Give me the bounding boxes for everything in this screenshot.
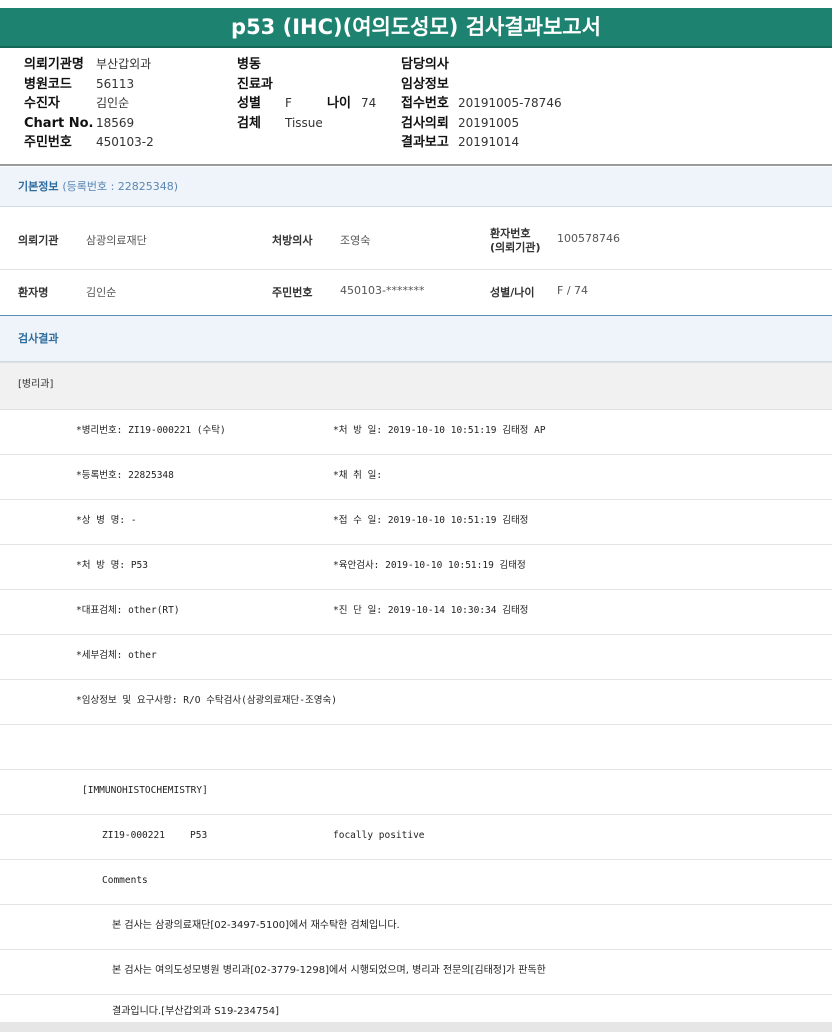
requester-value: 삼광의료재단 xyxy=(86,234,147,247)
header-field: Chart No. 18569 xyxy=(24,115,135,131)
comment-2: 본 검사는 여의도성모병원 병리과[02-3779-1298]에서 시행되었으며… xyxy=(112,965,546,976)
basic-info-header: 기본정보 (등록번호 : 22825348) xyxy=(0,167,832,207)
sex-age-value: F / 74 xyxy=(557,284,589,297)
result-line: Comments xyxy=(0,859,832,905)
header-field: 병원코드 56113 xyxy=(24,76,135,92)
ihc-id: ZI19-000221 xyxy=(102,830,165,841)
basic-info-title: 기본정보 xyxy=(18,180,59,193)
diagnosis-date: *진 단 일: 2019-10-14 10:30:34 김태정 xyxy=(333,605,529,616)
report-title: p53 (IHC)(여의도성모) 검사결과보고서 xyxy=(0,8,832,48)
header-field: 임상정보 xyxy=(401,76,449,92)
diagnosis-name: *상 병 명: - xyxy=(76,515,137,526)
receipt-date: *접 수 일: 2019-10-10 10:51:19 김태정 xyxy=(333,515,529,526)
patient-name-value: 김인순 xyxy=(86,286,117,299)
header-field: 담당의사 xyxy=(401,57,449,72)
ihc-result-row: ZI19-000221 P53 focally positive xyxy=(0,814,832,860)
header-col-1: 의뢰기관명 부산갑외과 병원코드 56113 수진자 김인순 Chart No. 185… xyxy=(24,55,154,153)
result-line: *병리번호: ZI19-000221 (수탁) *처 방 일: 2019-10-… xyxy=(0,409,832,455)
department-row: [병리과] xyxy=(0,362,832,410)
resident-number-value: 450103-******* xyxy=(340,284,425,297)
sex-age-label: 성별/나이 xyxy=(490,286,535,299)
gross-exam-date: *육안검사: 2019-10-10 10:51:19 김태정 xyxy=(333,560,526,571)
detail-specimen: *세부검체: other xyxy=(76,650,157,661)
header-field: 수진자 김인순 xyxy=(24,96,130,111)
report-page: p53 (IHC)(여의도성모) 검사결과보고서 의뢰기관명 부산갑외과 병원코드… xyxy=(0,0,832,1032)
patient-number-sublabel: (의뢰기관) xyxy=(490,241,541,254)
header-field: 검체 Tissue xyxy=(237,115,323,131)
header-field: 진료과 xyxy=(237,76,273,92)
patient-name-label: 환자명 xyxy=(18,286,49,299)
ihc-value: focally positive xyxy=(333,830,425,841)
registration-no: *등록번호: 22825348 xyxy=(76,470,174,481)
result-line: *등록번호: 22825348 *채 취 일: xyxy=(0,454,832,500)
comments-label: Comments xyxy=(102,875,148,886)
clinical-info: *임상정보 및 요구사항: R/O 수탁검사(삼광의료재단-조영숙) xyxy=(76,695,337,706)
result-line: [IMMUNOHISTOCHEMISTRY] xyxy=(0,769,832,815)
pathology-number: *병리번호: ZI19-000221 (수탁) xyxy=(76,425,226,436)
result-title: 검사결과 xyxy=(18,332,59,345)
header-field: 성별 F 나이 74 xyxy=(237,96,377,111)
result-line: *세부검체: other xyxy=(0,634,832,680)
result-line: *임상정보 및 요구사항: R/O 수탁검사(삼광의료재단-조영숙) xyxy=(0,679,832,725)
header-divider xyxy=(0,164,832,166)
prescriber-value: 조영숙 xyxy=(340,234,371,247)
resident-number-label: 주민번호 xyxy=(272,286,313,299)
registration-number: (등록번호 : 22825348) xyxy=(62,180,179,193)
header-field: 의뢰기관명 부산갑외과 xyxy=(24,57,152,72)
patient-number-value: 100578746 xyxy=(557,232,620,245)
prescriber-label: 처방의사 xyxy=(272,234,313,247)
header-field: 병동 xyxy=(237,57,261,72)
ihc-marker: P53 xyxy=(190,830,208,841)
blank-line xyxy=(0,724,832,770)
header-col-3: 담당의사 임상정보 접수번호 20191005-78746 검사의뢰 2019100… xyxy=(401,55,562,153)
requester-label: 의뢰기관 xyxy=(18,234,59,247)
comment-1: 본 검사는 삼광의료재단[02-3497-5100]에서 재수탁한 검체입니다. xyxy=(112,920,400,931)
header-info: 의뢰기관명 부산갑외과 병원코드 56113 수진자 김인순 Chart No. 185… xyxy=(0,52,832,164)
result-line: *대표검체: other(RT) *진 단 일: 2019-10-14 10:3… xyxy=(0,589,832,635)
result-line: *처 방 명: P53 *육안검사: 2019-10-10 10:51:19 김… xyxy=(0,544,832,590)
header-field: 결과보고 20191014 xyxy=(401,135,520,150)
basic-info-row-2: 환자명 김인순 주민번호 450103-******* 성별/나이 F / 74 xyxy=(0,270,832,316)
scroll-area-bottom xyxy=(0,1022,832,1032)
comment-line: 본 검사는 삼광의료재단[02-3497-5100]에서 재수탁한 검체입니다. xyxy=(0,904,832,950)
comment-line: 본 검사는 여의도성모병원 병리과[02-3779-1298]에서 시행되었으며… xyxy=(0,949,832,995)
basic-info-row-1: 의뢰기관 삼광의료재단 처방의사 조영숙 환자번호 (의뢰기관) 1005787… xyxy=(0,208,832,270)
result-line: *상 병 명: - *접 수 일: 2019-10-10 10:51:19 김태… xyxy=(0,499,832,545)
main-specimen: *대표검체: other(RT) xyxy=(76,605,180,616)
result-header: 검사결과 xyxy=(0,316,832,362)
header-field: 접수번호 20191005-78746 xyxy=(401,96,562,111)
collection-date: *채 취 일: xyxy=(333,470,383,481)
ihc-header: [IMMUNOHISTOCHEMISTRY] xyxy=(82,785,208,796)
header-col-2: 병동 진료과 성별 F 나이 74 검체 Tissue xyxy=(237,55,376,133)
order-name: *처 방 명: P53 xyxy=(76,560,148,571)
header-field: 검사의뢰 20191005 xyxy=(401,115,520,131)
header-field: 주민번호 450103-2 xyxy=(24,135,154,150)
department-label: [병리과] xyxy=(18,379,54,390)
prescription-date: *처 방 일: 2019-10-10 10:51:19 김태정 AP xyxy=(333,425,546,436)
